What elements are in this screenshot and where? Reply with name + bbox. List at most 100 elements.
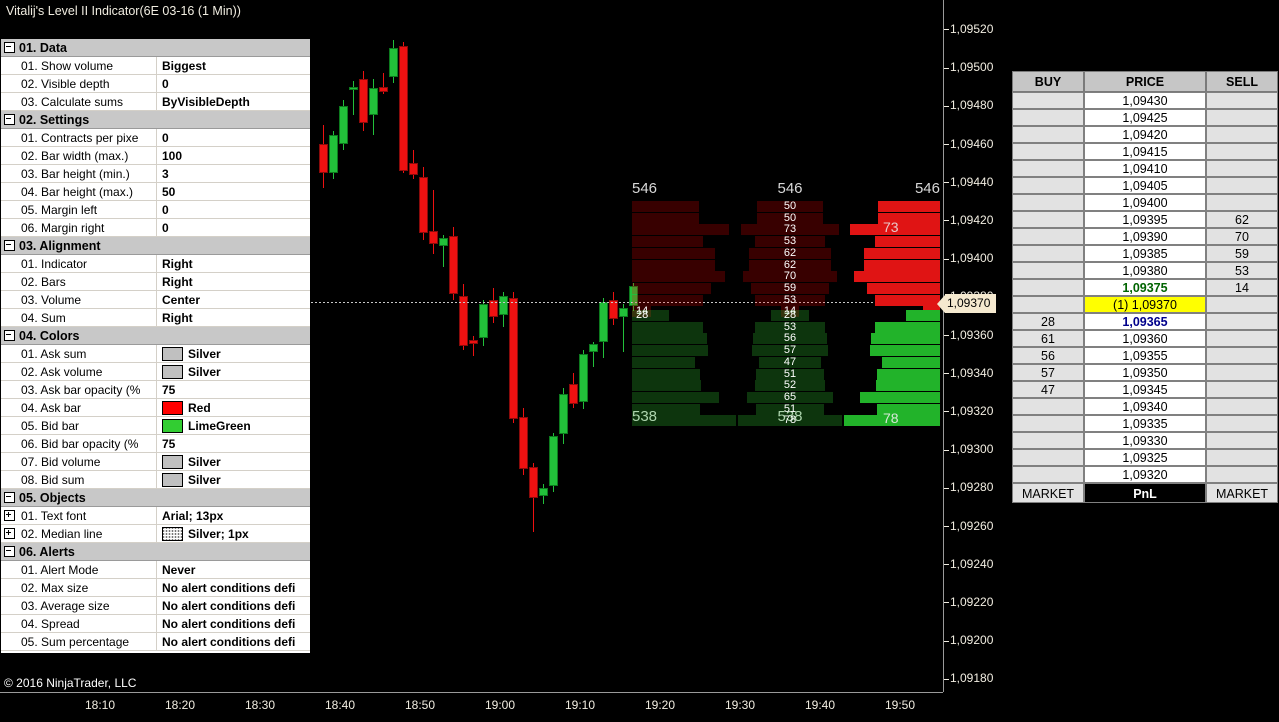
dom-sell-cell[interactable]	[1206, 347, 1278, 364]
dom-sell-cell[interactable]	[1206, 160, 1278, 177]
property-value[interactable]: Arial; 13px	[157, 507, 310, 524]
property-group-header[interactable]: 02. Settings	[1, 111, 310, 129]
dom-row[interactable]: (1) 1,09370	[1012, 296, 1278, 313]
property-value[interactable]: 3	[157, 165, 310, 182]
dom-row[interactable]: 57 1,09350	[1012, 364, 1278, 381]
property-value[interactable]: Center	[157, 291, 310, 308]
dom-sell-cell[interactable]	[1206, 109, 1278, 126]
dom-buy-cell[interactable]	[1012, 109, 1084, 126]
dom-row[interactable]: 1,09320	[1012, 466, 1278, 483]
dom-row[interactable]: 1,09405	[1012, 177, 1278, 194]
property-value[interactable]: 75	[157, 435, 310, 452]
dom-row[interactable]: 56 1,09355	[1012, 347, 1278, 364]
dom-row[interactable]: 1,09375 14	[1012, 279, 1278, 296]
property-row[interactable]: 04. Spread No alert conditions defi	[1, 615, 310, 633]
property-value[interactable]: 0	[157, 75, 310, 92]
dom-sell-cell[interactable]: 53	[1206, 262, 1278, 279]
dom-buy-cell[interactable]: 61	[1012, 330, 1084, 347]
dom-row[interactable]: 1,09400	[1012, 194, 1278, 211]
property-row[interactable]: 05. Bid bar LimeGreen	[1, 417, 310, 435]
dom-price-cell[interactable]: 1,09425	[1084, 109, 1206, 126]
dom-row[interactable]: 1,09425	[1012, 109, 1278, 126]
expand-icon[interactable]	[1, 507, 17, 524]
dom-price-cell[interactable]: 1,09415	[1084, 143, 1206, 160]
property-row[interactable]: 04. Sum Right	[1, 309, 310, 327]
dom-sell-cell[interactable]	[1206, 126, 1278, 143]
dom-row[interactable]: 1,09410	[1012, 160, 1278, 177]
dom-sell-cell[interactable]	[1206, 432, 1278, 449]
dom-row[interactable]: 1,09385 59	[1012, 245, 1278, 262]
property-value[interactable]: 75	[157, 381, 310, 398]
dom-row[interactable]: 1,09420	[1012, 126, 1278, 143]
property-value[interactable]: ByVisibleDepth	[157, 93, 310, 110]
dom-row[interactable]: 47 1,09345	[1012, 381, 1278, 398]
dom-sell-cell[interactable]: 62	[1206, 211, 1278, 228]
dom-row[interactable]: 61 1,09360	[1012, 330, 1278, 347]
dom-footer-row[interactable]: MARKET PnL MARKET	[1012, 483, 1278, 503]
market-sell-button[interactable]: MARKET	[1206, 483, 1278, 503]
property-row[interactable]: 03. Bar height (min.) 3	[1, 165, 310, 183]
property-value[interactable]: Never	[157, 561, 310, 578]
dom-price-cell[interactable]: 1,09350	[1084, 364, 1206, 381]
color-swatch[interactable]	[162, 454, 183, 469]
property-row[interactable]: 03. Ask bar opacity (% 75	[1, 381, 310, 399]
property-value[interactable]: No alert conditions defi	[157, 615, 310, 632]
dom-price-cell[interactable]: 1,09430	[1084, 92, 1206, 109]
collapse-icon[interactable]	[1, 543, 17, 560]
property-row[interactable]: 01. Alert Mode Never	[1, 561, 310, 579]
property-row[interactable]: 02. Bar width (max.) 100	[1, 147, 310, 165]
dom-row[interactable]: 1,09330	[1012, 432, 1278, 449]
property-row[interactable]: 01. Ask sum Silver	[1, 345, 310, 363]
dom-buy-cell[interactable]: 28	[1012, 313, 1084, 330]
market-buy-button[interactable]: MARKET	[1012, 483, 1084, 503]
dom-row[interactable]: 1,09390 70	[1012, 228, 1278, 245]
dom-row[interactable]: 1,09395 62	[1012, 211, 1278, 228]
dom-buy-cell[interactable]	[1012, 296, 1084, 313]
collapse-icon[interactable]	[1, 327, 17, 344]
dom-buy-cell[interactable]	[1012, 177, 1084, 194]
collapse-icon[interactable]	[1, 237, 17, 254]
property-value[interactable]: No alert conditions defi	[157, 579, 310, 596]
dom-price-cell[interactable]: 1,09395	[1084, 211, 1206, 228]
property-row[interactable]: 03. Average size No alert conditions defi	[1, 597, 310, 615]
property-group-header[interactable]: 03. Alignment	[1, 237, 310, 255]
dom-price-cell[interactable]: 1,09400	[1084, 194, 1206, 211]
dom-price-cell[interactable]: 1,09405	[1084, 177, 1206, 194]
dom-price-cell[interactable]: 1,09385	[1084, 245, 1206, 262]
dom-buy-cell[interactable]	[1012, 143, 1084, 160]
property-row[interactable]: 02. Median line Silver; 1px	[1, 525, 310, 543]
property-value[interactable]: Biggest	[157, 57, 310, 74]
property-row[interactable]: 07. Bid volume Silver	[1, 453, 310, 471]
property-row[interactable]: 01. Contracts per pixe 0	[1, 129, 310, 147]
property-row[interactable]: 03. Volume Center	[1, 291, 310, 309]
dom-buy-cell[interactable]	[1012, 449, 1084, 466]
dom-sell-cell[interactable]	[1206, 466, 1278, 483]
dom-sell-cell[interactable]	[1206, 194, 1278, 211]
dom-price-cell[interactable]: 1,09355	[1084, 347, 1206, 364]
property-value[interactable]: Silver	[157, 471, 310, 488]
dom-price-cell[interactable]: 1,09345	[1084, 381, 1206, 398]
dom-price-cell[interactable]: 1,09390	[1084, 228, 1206, 245]
property-row[interactable]: 04. Ask bar Red	[1, 399, 310, 417]
dom-price-cell[interactable]: 1,09360	[1084, 330, 1206, 347]
property-row[interactable]: 05. Margin left 0	[1, 201, 310, 219]
dom-buy-cell[interactable]	[1012, 432, 1084, 449]
dom-sell-cell[interactable]	[1206, 177, 1278, 194]
dom-sell-cell[interactable]	[1206, 449, 1278, 466]
dom-sell-cell[interactable]	[1206, 364, 1278, 381]
dom-buy-cell[interactable]: 57	[1012, 364, 1084, 381]
property-row[interactable]: 01. Indicator Right	[1, 255, 310, 273]
dom-buy-cell[interactable]	[1012, 398, 1084, 415]
property-value[interactable]: Silver; 1px	[157, 525, 310, 542]
property-value[interactable]: 0	[157, 201, 310, 218]
property-group-header[interactable]: 06. Alerts	[1, 543, 310, 561]
dom-row[interactable]: 1,09430	[1012, 92, 1278, 109]
dom-price-cell[interactable]: 1,09420	[1084, 126, 1206, 143]
property-row[interactable]: 08. Bid sum Silver	[1, 471, 310, 489]
property-row[interactable]: 06. Margin right 0	[1, 219, 310, 237]
dom-price-cell[interactable]: 1,09365	[1084, 313, 1206, 330]
dom-sell-cell[interactable]: 14	[1206, 279, 1278, 296]
property-value[interactable]: 0	[157, 129, 310, 146]
color-swatch[interactable]	[162, 400, 183, 415]
color-swatch[interactable]	[162, 418, 183, 433]
